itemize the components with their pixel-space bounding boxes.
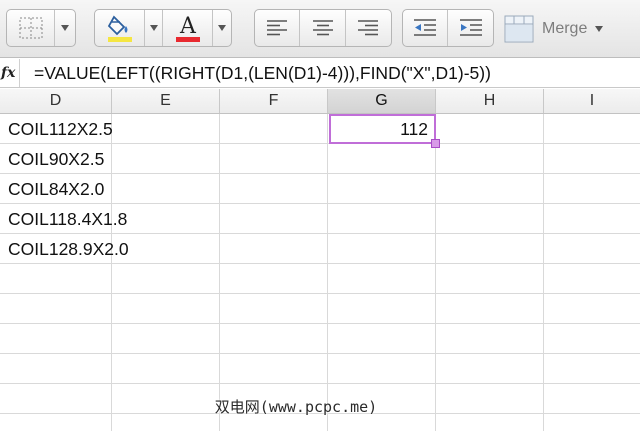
column-header-f[interactable]: F xyxy=(220,89,328,113)
column-header-e[interactable]: E xyxy=(112,89,220,113)
active-cell-g1[interactable]: 112 xyxy=(329,114,436,144)
font-color-icon: A xyxy=(175,14,200,42)
increase-indent-button[interactable] xyxy=(448,10,493,46)
fx-icon[interactable]: fx xyxy=(0,59,20,87)
chevron-down-icon xyxy=(218,25,226,31)
gridline xyxy=(0,383,640,384)
gridline xyxy=(0,323,640,324)
align-center-icon xyxy=(312,20,333,36)
chevron-down-icon xyxy=(61,25,69,31)
align-right-button[interactable] xyxy=(346,10,391,46)
cell-d2[interactable]: COIL90X2.5 xyxy=(8,144,104,174)
chevron-down-icon xyxy=(149,25,158,31)
align-group xyxy=(254,9,392,47)
column-header-i[interactable]: I xyxy=(544,89,640,113)
cell-d4[interactable]: COIL118.4X1.8 xyxy=(8,204,127,234)
gridline xyxy=(0,353,640,354)
borders-icon xyxy=(19,17,42,39)
sheet-grid[interactable]: COIL112X2.5 COIL90X2.5 COIL84X2.0 COIL11… xyxy=(0,114,640,431)
cell-d1[interactable]: COIL112X2.5 xyxy=(8,114,113,144)
formula-input[interactable]: =VALUE(LEFT((RIGHT(D1,(LEN(D1)-4))),FIND… xyxy=(34,59,491,87)
merge-cells-icon xyxy=(504,15,534,43)
fill-color-bar xyxy=(107,37,132,42)
borders-button[interactable] xyxy=(7,10,55,46)
fill-color-button[interactable] xyxy=(95,10,145,46)
gridline xyxy=(0,293,640,294)
formula-bar: fx =VALUE(LEFT((RIGHT(D1,(LEN(D1)-4))),F… xyxy=(0,59,640,88)
align-right-icon xyxy=(358,20,379,36)
align-center-button[interactable] xyxy=(300,10,346,46)
decrease-indent-button[interactable] xyxy=(403,10,449,46)
chevron-down-icon[interactable] xyxy=(595,26,604,32)
align-left-icon xyxy=(267,20,288,36)
increase-indent-icon xyxy=(459,19,482,36)
font-color-dropdown[interactable] xyxy=(213,10,231,46)
paint-bucket-icon xyxy=(107,15,132,42)
indent-group xyxy=(402,9,494,47)
column-header-d[interactable]: D xyxy=(0,89,112,113)
borders-group xyxy=(6,9,76,47)
fill-color-dropdown[interactable] xyxy=(145,10,163,46)
color-group: A xyxy=(94,9,232,47)
column-header-g[interactable]: G xyxy=(328,89,436,113)
column-header-h[interactable]: H xyxy=(436,89,544,113)
borders-dropdown[interactable] xyxy=(55,10,75,46)
font-color-button[interactable]: A xyxy=(163,10,213,46)
cell-d3[interactable]: COIL84X2.0 xyxy=(8,174,104,204)
font-color-bar xyxy=(175,37,200,42)
align-left-button[interactable] xyxy=(255,10,301,46)
column-headers: D E F G H I xyxy=(0,89,640,114)
cell-d5[interactable]: COIL128.9X2.0 xyxy=(8,234,129,264)
merge-label: Merge xyxy=(542,20,588,37)
cell-g1-value: 112 xyxy=(400,119,428,139)
ribbon-toolbar: A Merge xyxy=(0,0,640,58)
decrease-indent-icon xyxy=(414,19,436,36)
merge-button[interactable]: Merge xyxy=(504,14,604,44)
font-color-glyph: A xyxy=(179,14,197,39)
watermark: 双电网(www.pcpc.me) xyxy=(214,398,378,416)
fill-handle[interactable] xyxy=(431,139,440,148)
